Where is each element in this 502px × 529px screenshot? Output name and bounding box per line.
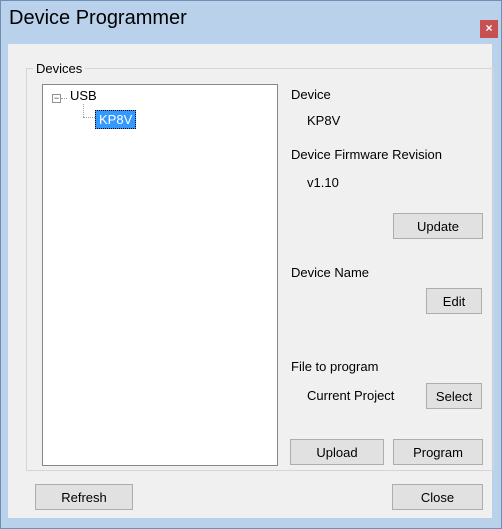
firmware-revision-value: v1.10 bbox=[307, 175, 339, 190]
upload-button[interactable]: Upload bbox=[290, 439, 384, 465]
update-button[interactable]: Update bbox=[393, 213, 483, 239]
tree-node-usb[interactable]: USB bbox=[70, 88, 97, 103]
close-button[interactable]: Close bbox=[392, 484, 483, 510]
window-title: Device Programmer bbox=[9, 7, 187, 29]
title-bar[interactable]: Device Programmer bbox=[1, 1, 501, 41]
edit-button[interactable]: Edit bbox=[426, 288, 482, 314]
close-window-button[interactable]: × bbox=[480, 20, 498, 38]
tree-connector-line bbox=[61, 98, 67, 99]
file-to-program-label: File to program bbox=[291, 359, 379, 374]
devices-group-label: Devices bbox=[33, 61, 86, 76]
device-tree[interactable] bbox=[42, 84, 278, 466]
device-value: KP8V bbox=[307, 113, 341, 128]
device-name-label: Device Name bbox=[291, 265, 370, 280]
firmware-revision-label: Device Firmware Revision bbox=[291, 147, 442, 162]
tree-node-kp8v[interactable]: KP8V bbox=[95, 110, 137, 129]
file-to-program-value: Current Project bbox=[307, 388, 395, 403]
device-label: Device bbox=[291, 87, 331, 102]
tree-collapse-icon[interactable]: − bbox=[52, 94, 61, 103]
select-file-button[interactable]: Select bbox=[426, 383, 482, 409]
close-icon: × bbox=[485, 21, 493, 35]
program-button[interactable]: Program bbox=[393, 439, 483, 465]
tree-connector-line bbox=[83, 117, 95, 118]
tree-connector-line bbox=[83, 104, 84, 117]
refresh-button[interactable]: Refresh bbox=[35, 484, 133, 510]
